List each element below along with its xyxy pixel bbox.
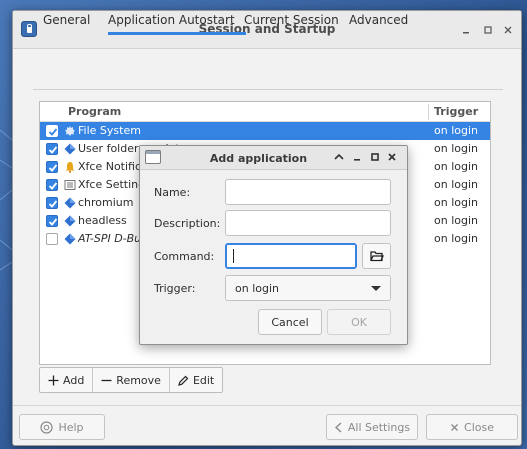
maximize-icon: [484, 26, 492, 34]
enabled-checkbox[interactable]: [46, 197, 58, 209]
ok-button[interactable]: OK: [327, 309, 391, 335]
enabled-checkbox[interactable]: [46, 125, 58, 137]
help-button-label: Help: [58, 420, 84, 434]
checkmark-icon: [48, 164, 58, 172]
column-separator: [428, 104, 429, 120]
name-field[interactable]: [225, 179, 391, 205]
description-field[interactable]: [225, 210, 391, 236]
diamond-icon: [64, 215, 76, 227]
folder-open-icon: [370, 251, 384, 262]
help-icon: [40, 420, 54, 434]
close-icon: [504, 26, 512, 34]
enabled-checkbox[interactable]: [46, 179, 58, 191]
minimize-icon: [354, 159, 360, 161]
description-label: Description:: [154, 217, 221, 230]
enabled-checkbox[interactable]: [46, 161, 58, 173]
row-trigger: on login: [434, 214, 478, 227]
edit-button[interactable]: Edit: [170, 368, 222, 392]
enabled-checkbox[interactable]: [46, 233, 58, 245]
list-header: Program Trigger: [40, 102, 490, 122]
remove-button[interactable]: Remove: [93, 368, 170, 392]
close-window-button[interactable]: [501, 23, 515, 37]
row-trigger: on login: [434, 232, 478, 245]
dialog-titlebar[interactable]: Add application: [140, 146, 407, 170]
dialog-shade-button[interactable]: [333, 151, 345, 166]
cancel-button[interactable]: Cancel: [258, 309, 322, 335]
checkmark-icon: [48, 146, 58, 154]
row-trigger: on login: [434, 196, 478, 209]
plus-icon: [48, 375, 59, 385]
list-toolbar: Add Remove Edit: [39, 367, 224, 393]
row-program-name: File System: [78, 124, 141, 137]
trigger-dropdown[interactable]: on login: [225, 275, 391, 301]
minimize-icon: [463, 32, 469, 34]
add-button-label: Add: [63, 373, 85, 387]
column-header-trigger[interactable]: Trigger: [434, 105, 478, 118]
settings-icon: [64, 180, 76, 190]
dialog-minimize-button[interactable]: [351, 151, 363, 166]
minus-icon: [101, 379, 112, 381]
tab-current-session[interactable]: Current Session: [244, 11, 339, 35]
trigger-dropdown-value: on login: [235, 282, 279, 295]
diamond-icon: [64, 143, 76, 155]
tabs-baseline: [33, 89, 503, 90]
checkmark-icon: [48, 128, 58, 136]
trigger-label: Trigger:: [154, 282, 196, 295]
row-trigger: on login: [434, 142, 478, 155]
close-icon: [451, 423, 458, 431]
checkmark-icon: [48, 182, 58, 190]
help-button[interactable]: Help: [19, 414, 105, 440]
maximize-icon: [371, 153, 379, 161]
footer-separator: [13, 405, 521, 406]
row-trigger: on login: [434, 178, 478, 191]
minimize-button[interactable]: [459, 23, 473, 37]
all-settings-button[interactable]: All Settings: [326, 414, 418, 440]
chevron-left-icon: [334, 421, 342, 433]
command-field[interactable]: [225, 243, 357, 269]
maximize-button[interactable]: [481, 23, 495, 37]
text-caret: [233, 249, 234, 263]
add-button[interactable]: Add: [40, 368, 94, 392]
dialog-title: Add application: [209, 152, 308, 165]
checkmark-icon: [48, 218, 58, 226]
all-settings-button-label: All Settings: [347, 420, 411, 434]
chevron-down-icon: [371, 286, 381, 291]
tab-general[interactable]: General: [43, 11, 90, 35]
command-label: Command:: [154, 250, 215, 263]
diamond-icon: [64, 197, 76, 209]
close-button[interactable]: Close: [426, 414, 518, 440]
close-button-label: Close: [464, 420, 494, 434]
enabled-checkbox[interactable]: [46, 143, 58, 155]
diamond-icon: [64, 233, 76, 245]
name-label: Name:: [154, 186, 191, 199]
edit-button-label: Edit: [192, 373, 215, 387]
column-header-program[interactable]: Program: [68, 105, 121, 118]
enabled-checkbox[interactable]: [46, 215, 58, 227]
gear-icon: [65, 126, 75, 136]
list-item[interactable]: File System on login: [40, 122, 490, 140]
tab-application-autostart[interactable]: Application Autostart: [108, 11, 246, 35]
row-trigger: on login: [434, 124, 478, 137]
pencil-icon: [178, 375, 189, 386]
chevron-up-icon: [334, 153, 344, 160]
bell-icon: [65, 162, 75, 173]
remove-button-label: Remove: [116, 373, 161, 387]
close-icon: [388, 153, 396, 161]
browse-button[interactable]: [362, 243, 391, 269]
dialog-maximize-button[interactable]: [369, 151, 381, 166]
add-application-dialog: Add application Name: Description: Comma…: [139, 145, 408, 345]
row-trigger: on login: [434, 160, 478, 173]
checkmark-icon: [48, 200, 58, 208]
dialog-close-button[interactable]: [386, 151, 398, 166]
tab-advanced[interactable]: Advanced: [349, 11, 408, 35]
